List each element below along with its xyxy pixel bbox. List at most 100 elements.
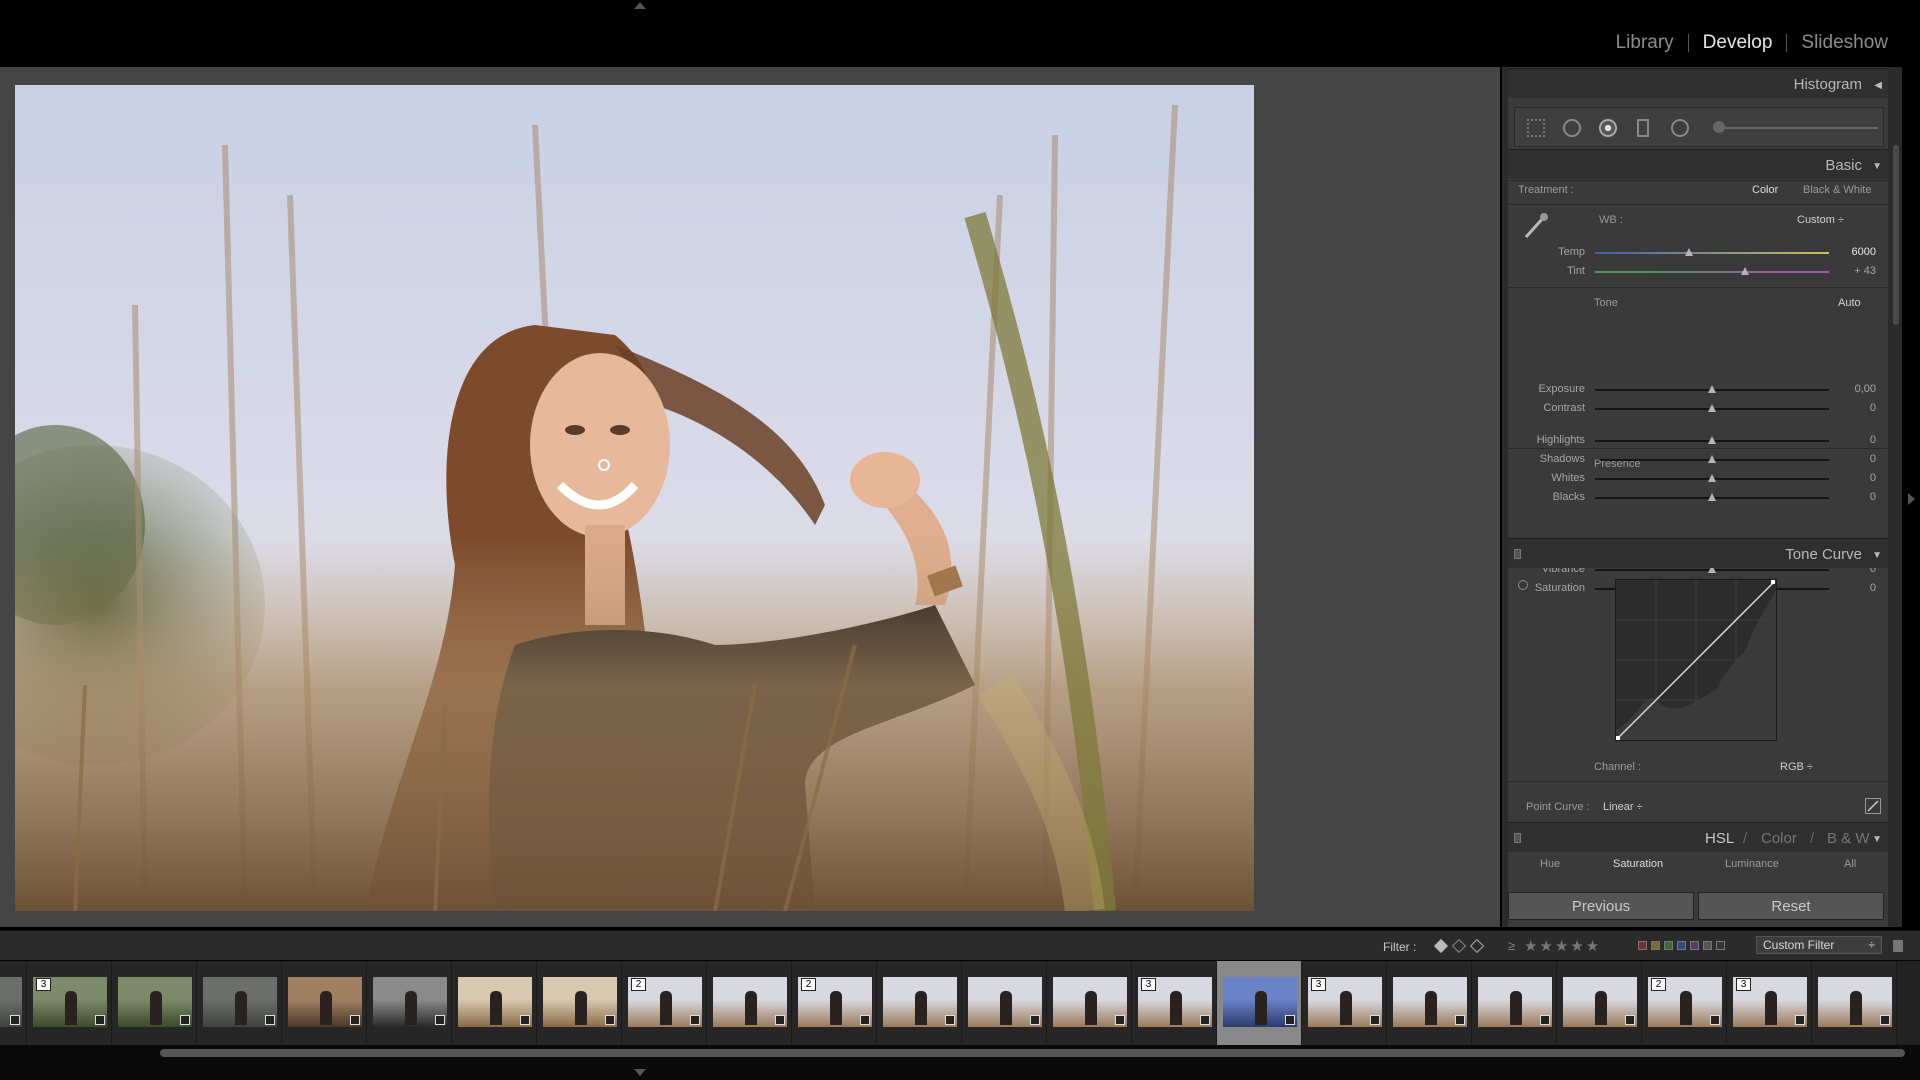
right-panel-toggle-icon[interactable] <box>1908 493 1915 505</box>
tone-curve-header[interactable]: Tone Curve ▼ <box>1508 538 1888 568</box>
filmstrip-thumbnail[interactable] <box>112 961 197 1045</box>
histogram-header[interactable]: Histogram ◀ <box>1508 68 1888 98</box>
slider-knob[interactable] <box>1708 385 1716 393</box>
stack-count-badge[interactable]: 3 <box>1311 978 1326 991</box>
unflagged-filter-icon[interactable] <box>1451 938 1467 954</box>
treatment-color-option[interactable]: Color <box>1752 184 1778 196</box>
tone-auto-button[interactable]: Auto <box>1838 297 1861 309</box>
stack-count-badge[interactable]: 3 <box>1141 978 1156 991</box>
filmstrip-thumbnail[interactable] <box>1472 961 1557 1045</box>
filmstrip-scrollbar[interactable] <box>160 1049 1905 1057</box>
slider-value[interactable]: 0 <box>1870 582 1876 594</box>
bottom-panel-toggle-icon[interactable] <box>634 1069 646 1076</box>
no-label-icon[interactable] <box>1716 941 1725 950</box>
collapse-down-icon[interactable]: ▼ <box>1872 834 1882 845</box>
tint-value[interactable]: + 43 <box>1854 265 1876 277</box>
adjustment-brush-icon[interactable] <box>1713 121 1725 133</box>
hsl-tab-saturation[interactable]: Saturation <box>1613 858 1663 870</box>
wb-preset-select[interactable]: Custom ÷ <box>1797 214 1844 226</box>
filmstrip-thumbnail[interactable] <box>452 961 537 1045</box>
tint-slider-knob[interactable] <box>1740 267 1749 275</box>
collapse-down-icon[interactable]: ▼ <box>1872 161 1882 172</box>
treatment-bw-option[interactable]: Black & White <box>1803 184 1871 196</box>
hsl-tab-all[interactable]: All <box>1844 858 1856 870</box>
filmstrip-thumbnail[interactable] <box>962 961 1047 1045</box>
green-label-icon[interactable] <box>1664 941 1673 950</box>
filmstrip-thumbnail[interactable] <box>1557 961 1642 1045</box>
rating-operator[interactable]: ≥ <box>1508 938 1515 953</box>
rejected-filter-icon[interactable] <box>1469 938 1485 954</box>
slider-knob[interactable] <box>1708 404 1716 412</box>
hsl-color-title[interactable]: Color <box>1761 830 1797 847</box>
slider-value[interactable]: 0 <box>1870 472 1876 484</box>
purple-label-icon[interactable] <box>1690 941 1699 950</box>
rating-stars-icon[interactable]: ★★★★★ <box>1524 937 1601 955</box>
target-adjust-icon[interactable] <box>1518 580 1528 590</box>
filmstrip-thumbnail[interactable] <box>197 961 282 1045</box>
tint-slider-track[interactable] <box>1595 271 1829 273</box>
panel-scrollbar[interactable] <box>1893 145 1899 325</box>
filmstrip-thumbnail[interactable] <box>707 961 792 1045</box>
hsl-header[interactable]: HSL / Color / B & W ▼ <box>1508 822 1888 852</box>
stack-count-badge[interactable]: 3 <box>36 978 51 991</box>
filmstrip-thumbnail[interactable]: 3 <box>1302 961 1387 1045</box>
crop-tool-icon[interactable] <box>1527 119 1545 137</box>
filmstrip-thumbnail[interactable] <box>1812 961 1897 1045</box>
point-curve-select[interactable]: Linear ÷ <box>1603 801 1643 813</box>
filter-lock-icon[interactable] <box>1893 940 1903 952</box>
filmstrip-thumbnail[interactable] <box>1217 961 1302 1045</box>
top-panel-toggle-icon[interactable] <box>634 2 646 9</box>
stack-count-badge[interactable]: 3 <box>1736 978 1751 991</box>
hsl-tab-luminance[interactable]: Luminance <box>1725 858 1779 870</box>
filmstrip-thumbnail[interactable]: 3 <box>1727 961 1812 1045</box>
stack-count-badge[interactable]: 2 <box>1651 978 1666 991</box>
filmstrip-thumbnail[interactable] <box>0 961 27 1045</box>
panel-switch-icon[interactable] <box>1514 549 1521 559</box>
custom-filter-select[interactable]: Custom Filter ÷ <box>1756 936 1882 954</box>
filmstrip-thumbnail[interactable]: 3 <box>1132 961 1217 1045</box>
filmstrip-thumbnail[interactable]: 3 <box>27 961 112 1045</box>
tone-curve-graph[interactable] <box>1615 579 1777 741</box>
slider-value[interactable]: 0 <box>1870 402 1876 414</box>
edit-point-curve-icon[interactable] <box>1865 798 1881 814</box>
brush-slider[interactable] <box>1713 127 1878 129</box>
filmstrip-thumbnail[interactable]: 2 <box>792 961 877 1045</box>
basic-header[interactable]: Basic ▼ <box>1508 149 1888 179</box>
slider-knob[interactable] <box>1708 493 1716 501</box>
filmstrip-thumbnail[interactable] <box>1047 961 1132 1045</box>
collapse-left-icon[interactable]: ◀ <box>1874 80 1882 91</box>
filmstrip-thumbnail[interactable] <box>877 961 962 1045</box>
slider-knob[interactable] <box>1708 474 1716 482</box>
filmstrip-thumbnail[interactable]: 2 <box>1642 961 1727 1045</box>
yellow-label-icon[interactable] <box>1651 941 1660 950</box>
filmstrip-thumbnail[interactable] <box>367 961 452 1045</box>
temp-slider-track[interactable] <box>1595 252 1829 254</box>
graduated-filter-icon[interactable] <box>1637 119 1649 137</box>
collapse-down-icon[interactable]: ▼ <box>1872 550 1882 561</box>
module-slideshow[interactable]: Slideshow <box>1787 32 1902 54</box>
stack-count-badge[interactable]: 2 <box>801 978 816 991</box>
hsl-title[interactable]: HSL <box>1705 830 1734 847</box>
slider-knob[interactable] <box>1708 455 1716 463</box>
temp-slider-knob[interactable] <box>1684 248 1693 256</box>
panel-switch-icon[interactable] <box>1514 833 1521 843</box>
hsl-bw-title[interactable]: B & W <box>1827 830 1870 847</box>
slider-value[interactable]: 0 <box>1870 453 1876 465</box>
gray-label-icon[interactable] <box>1703 941 1712 950</box>
filmstrip-thumbnail[interactable]: 2 <box>622 961 707 1045</box>
red-label-icon[interactable] <box>1638 941 1647 950</box>
wb-eyedropper-icon[interactable] <box>1520 211 1550 241</box>
reset-button[interactable]: Reset <box>1698 892 1884 920</box>
module-library[interactable]: Library <box>1602 32 1688 54</box>
channel-select[interactable]: RGB ÷ <box>1780 761 1813 773</box>
slider-value[interactable]: 0 <box>1870 434 1876 446</box>
spot-removal-icon[interactable] <box>1563 119 1581 137</box>
previous-button[interactable]: Previous <box>1508 892 1694 920</box>
blue-label-icon[interactable] <box>1677 941 1686 950</box>
module-develop[interactable]: Develop <box>1689 32 1787 54</box>
filmstrip-thumbnail[interactable] <box>1387 961 1472 1045</box>
flagged-filter-icon[interactable] <box>1433 938 1449 954</box>
photo-preview[interactable] <box>15 85 1254 911</box>
filmstrip-thumbnail[interactable] <box>537 961 622 1045</box>
radial-filter-icon[interactable] <box>1671 119 1689 137</box>
